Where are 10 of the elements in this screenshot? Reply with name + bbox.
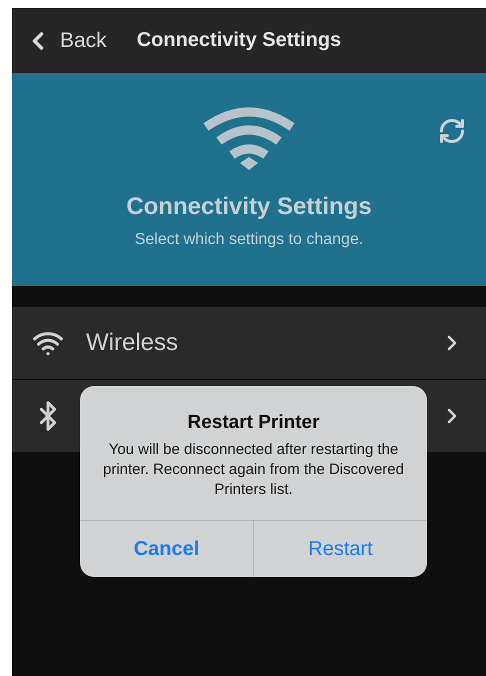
header-title: Connectivity Settings — [126, 193, 372, 221]
header-subtitle: Select which settings to change. — [134, 231, 364, 249]
refresh-button[interactable] — [438, 117, 466, 145]
dialog-message: You will be disconnected after restarting the printer. Reconnect again from the Discovered Printers list. — [102, 440, 405, 500]
dialog-title: Restart Printer — [188, 412, 320, 434]
back-button[interactable]: Back — [24, 26, 107, 54]
wifi-icon — [202, 105, 296, 171]
nav-title: Connectivity Settings — [136, 29, 342, 52]
settings-row[interactable]: Wireless — [12, 307, 486, 379]
row-label: Wireless — [86, 329, 180, 357]
